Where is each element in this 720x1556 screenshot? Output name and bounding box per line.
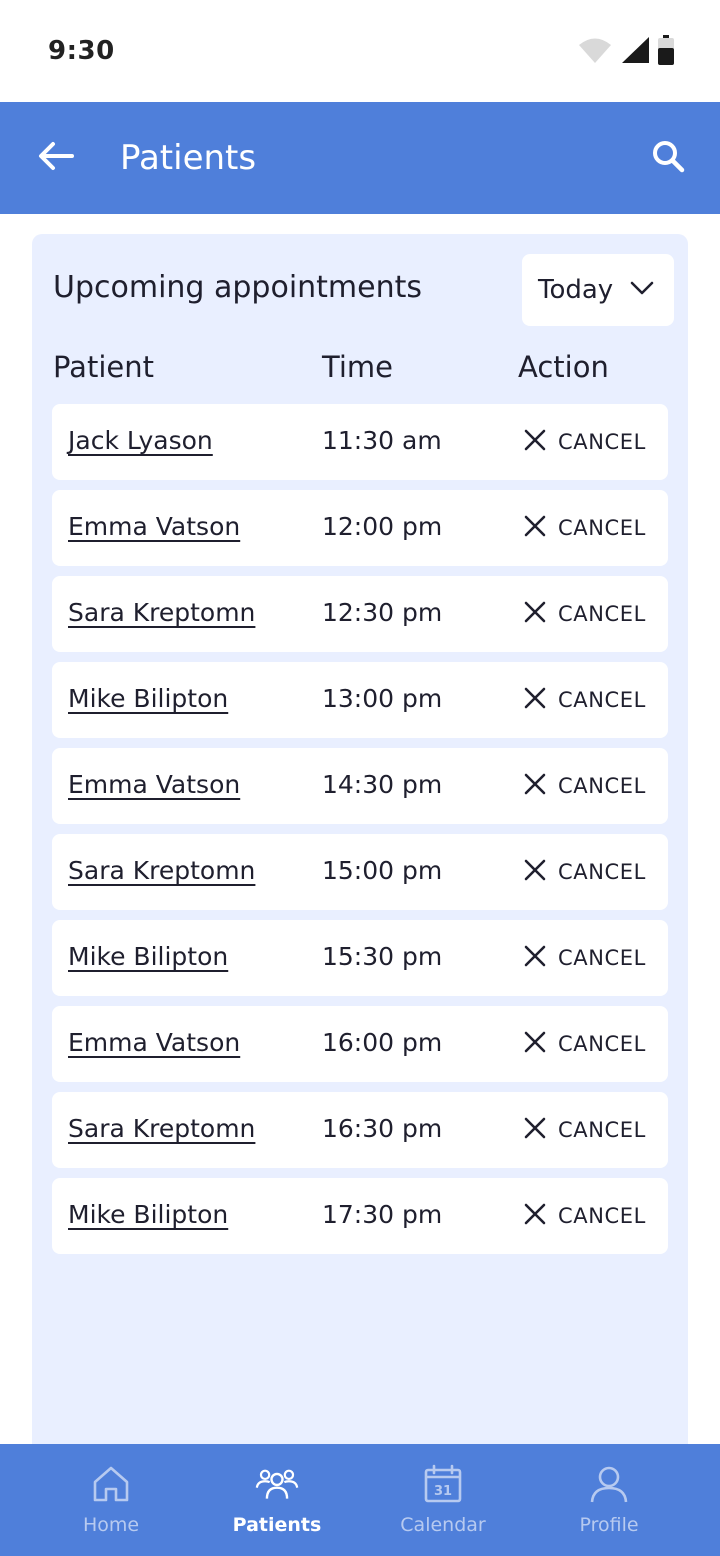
column-header-action: Action: [518, 350, 609, 384]
filter-value: Today: [538, 275, 614, 305]
appointment-time: 15:00 pm: [322, 856, 443, 885]
appointment-row: Mike Bilipton 17:30 pm CANCEL: [52, 1178, 668, 1254]
cancel-button[interactable]: CANCEL: [524, 422, 646, 462]
cancel-button[interactable]: CANCEL: [524, 1196, 646, 1236]
close-icon: [524, 1203, 546, 1229]
battery-icon: [658, 35, 674, 69]
cancel-label: CANCEL: [558, 430, 646, 454]
appointment-row: Mike Bilipton 13:00 pm CANCEL: [52, 662, 668, 738]
page-title: Patients: [120, 138, 257, 178]
cancel-button[interactable]: CANCEL: [524, 766, 646, 806]
appointment-time: 12:00 pm: [322, 512, 443, 541]
close-icon: [524, 859, 546, 885]
bottom-nav: Home Patients 31 Calendar Profile: [0, 1444, 720, 1556]
close-icon: [524, 945, 546, 971]
cancel-button[interactable]: CANCEL: [524, 852, 646, 892]
nav-label-home: Home: [82, 1514, 140, 1536]
appointment-time: 17:30 pm: [322, 1200, 443, 1229]
cancel-button[interactable]: CANCEL: [524, 938, 646, 978]
patient-link[interactable]: Jack Lyason: [68, 426, 213, 455]
nav-label-patients: Patients: [232, 1514, 322, 1536]
calendar-icon: 31: [421, 1462, 465, 1506]
cancel-button[interactable]: CANCEL: [524, 1110, 646, 1150]
status-bar: 9:30: [0, 0, 720, 102]
appointment-row: Sara Kreptomn 16:30 pm CANCEL: [52, 1092, 668, 1168]
section-title: Upcoming appointments: [53, 270, 423, 305]
patient-link[interactable]: Mike Bilipton: [68, 942, 228, 971]
cancel-label: CANCEL: [558, 688, 646, 712]
appointment-time: 14:30 pm: [322, 770, 443, 799]
patients-icon: [255, 1462, 299, 1506]
appointment-time: 13:00 pm: [322, 684, 443, 713]
close-icon: [524, 601, 546, 627]
appointment-time: 12:30 pm: [322, 598, 443, 627]
nav-item-profile[interactable]: Profile: [526, 1444, 692, 1556]
patient-link[interactable]: Sara Kreptomn: [68, 856, 255, 885]
close-icon: [524, 773, 546, 799]
close-icon: [524, 687, 546, 713]
appointments-panel: Upcoming appointments Today Patient Time…: [32, 234, 688, 1464]
patient-link[interactable]: Sara Kreptomn: [68, 598, 255, 627]
chevron-down-icon: [630, 280, 654, 300]
appointment-row: Emma Vatson 14:30 pm CANCEL: [52, 748, 668, 824]
cancel-label: CANCEL: [558, 1204, 646, 1228]
appointment-row: Jack Lyason 11:30 am CANCEL: [52, 404, 668, 480]
nav-item-home[interactable]: Home: [28, 1444, 194, 1556]
patient-link[interactable]: Sara Kreptomn: [68, 1114, 255, 1143]
appointment-time: 15:30 pm: [322, 942, 443, 971]
cancel-button[interactable]: CANCEL: [524, 680, 646, 720]
cancel-button[interactable]: CANCEL: [524, 594, 646, 634]
status-icons: [578, 35, 674, 69]
cancel-label: CANCEL: [558, 1118, 646, 1142]
home-icon: [89, 1462, 133, 1506]
appointment-row: Mike Bilipton 15:30 pm CANCEL: [52, 920, 668, 996]
nav-item-calendar[interactable]: 31 Calendar: [360, 1444, 526, 1556]
cancel-label: CANCEL: [558, 774, 646, 798]
patient-link[interactable]: Mike Bilipton: [68, 1200, 228, 1229]
appointment-time: 16:30 pm: [322, 1114, 443, 1143]
appointment-time: 11:30 am: [322, 426, 442, 455]
cancel-button[interactable]: CANCEL: [524, 508, 646, 548]
signal-icon: [620, 36, 650, 68]
wifi-icon: [578, 36, 612, 68]
cancel-label: CANCEL: [558, 602, 646, 626]
cancel-label: CANCEL: [558, 860, 646, 884]
column-header-time: Time: [322, 350, 393, 384]
profile-icon: [587, 1462, 631, 1506]
status-time: 9:30: [48, 36, 115, 66]
cancel-button[interactable]: CANCEL: [524, 1024, 646, 1064]
appointment-time: 16:00 pm: [322, 1028, 443, 1057]
close-icon: [524, 515, 546, 541]
close-icon: [524, 1117, 546, 1143]
app-bar: Patients: [0, 102, 720, 214]
appointment-row: Sara Kreptomn 15:00 pm CANCEL: [52, 834, 668, 910]
appointment-row: Emma Vatson 12:00 pm CANCEL: [52, 490, 668, 566]
back-button[interactable]: [34, 136, 78, 180]
date-filter-select[interactable]: Today: [522, 254, 674, 326]
patient-link[interactable]: Emma Vatson: [68, 770, 240, 799]
close-icon: [524, 1031, 546, 1057]
arrow-left-icon: [38, 141, 74, 175]
search-button[interactable]: [646, 136, 690, 180]
column-header-patient: Patient: [53, 350, 154, 384]
nav-label-profile: Profile: [579, 1514, 639, 1536]
nav-label-calendar: Calendar: [400, 1514, 486, 1536]
close-icon: [524, 429, 546, 455]
cancel-label: CANCEL: [558, 516, 646, 540]
patient-link[interactable]: Emma Vatson: [68, 1028, 240, 1057]
appointment-row: Sara Kreptomn 12:30 pm CANCEL: [52, 576, 668, 652]
cancel-label: CANCEL: [558, 946, 646, 970]
nav-item-patients[interactable]: Patients: [194, 1444, 360, 1556]
calendar-day-badge: 31: [434, 1484, 452, 1499]
appointment-row: Emma Vatson 16:00 pm CANCEL: [52, 1006, 668, 1082]
patient-link[interactable]: Emma Vatson: [68, 512, 240, 541]
search-icon: [651, 139, 685, 177]
patient-link[interactable]: Mike Bilipton: [68, 684, 228, 713]
cancel-label: CANCEL: [558, 1032, 646, 1056]
